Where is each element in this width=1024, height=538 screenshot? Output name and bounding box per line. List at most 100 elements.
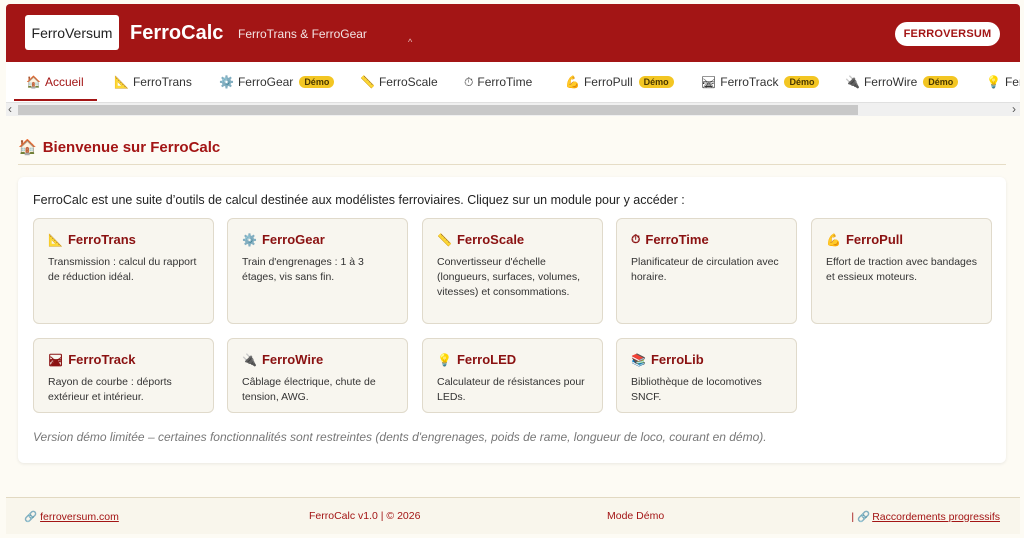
gear-icon: ⚙️ bbox=[242, 232, 257, 247]
plug-icon: 🔌 bbox=[845, 75, 860, 89]
demo-notice: Version démo limitée – certaines fonctio… bbox=[33, 430, 767, 444]
card-title: ⏱ FerroTime bbox=[631, 232, 709, 247]
version-text: FerroCalc v1.0 | © 2026 bbox=[309, 510, 421, 522]
card-title: 💪 FerroPull bbox=[826, 232, 903, 247]
card-title: 💡 FerroLED bbox=[437, 352, 516, 367]
intro-text: FerroCalc est une suite d’outils de calc… bbox=[33, 193, 685, 207]
ferroversum-link[interactable]: ferroversum.com bbox=[40, 511, 119, 523]
scrollbar-thumb[interactable] bbox=[18, 105, 858, 115]
card-title-text: FerroLED bbox=[456, 352, 517, 367]
module-card-ferrotrack[interactable]: 🛤 FerroTrack Rayon de courbe : déports e… bbox=[33, 338, 214, 413]
card-description: Planificateur de circulation avec horair… bbox=[631, 256, 779, 283]
railway-track-icon: 🛤 bbox=[701, 75, 717, 89]
tab-label: FerroScale bbox=[378, 75, 438, 89]
ruler-icon: 📏 bbox=[437, 232, 452, 247]
tab-ferrogear[interactable]: ⚙️ FerroGear Démo bbox=[219, 62, 335, 102]
ruler-icon: 📏 bbox=[360, 75, 375, 89]
app-subtitle: FerroTrans & FerroGear bbox=[238, 27, 367, 41]
page-title: 🏠 Bienvenue sur FerroCalc bbox=[18, 138, 221, 157]
module-card-ferropull[interactable]: 💪 FerroPull Effort de traction avec band… bbox=[811, 218, 992, 324]
title-divider bbox=[18, 164, 1006, 165]
module-card-ferrotrans[interactable]: 📐 FerroTrans Transmission : calcul du ra… bbox=[33, 218, 214, 324]
card-title-text: FerroScale bbox=[456, 232, 525, 247]
link-icon: 🔗 bbox=[24, 511, 38, 523]
demo-badge: Démo bbox=[784, 76, 820, 88]
caret-up-icon[interactable]: ^ bbox=[408, 37, 412, 47]
module-card-ferrogear[interactable]: ⚙️ FerroGear Train d'engrenages : 1 à 3 … bbox=[227, 218, 408, 324]
mode-text: Mode Démo bbox=[607, 510, 665, 522]
module-card-ferroscale[interactable]: 📏 FerroScale Convertisseur d'échelle (lo… bbox=[422, 218, 603, 324]
books-icon: 📚 bbox=[631, 352, 646, 367]
tab-ferroled[interactable]: 💡 Ferr bbox=[986, 62, 1020, 102]
card-title-text: FerroGear bbox=[261, 232, 325, 247]
card-description: Câblage électrique, chute de tension, AW… bbox=[242, 376, 376, 403]
triangle-ruler-icon: 📐 bbox=[114, 75, 129, 89]
tab-label: FerroPull bbox=[583, 75, 633, 89]
ferroversum-button[interactable]: FERROVERSUM bbox=[895, 22, 1000, 46]
tab-label: FerroGear bbox=[237, 75, 294, 89]
triangle-ruler-icon: 📐 bbox=[48, 232, 63, 247]
card-description: Effort de traction avec bandages et essi… bbox=[826, 256, 977, 283]
card-description: Bibliothèque de locomotives SNCF. bbox=[631, 376, 762, 403]
tabs-scrollbar[interactable]: ‹ › bbox=[6, 102, 1020, 116]
tab-ferrotrack[interactable]: 🛤 FerroTrack Démo bbox=[701, 62, 820, 102]
tab-label: FerroTrack bbox=[720, 75, 779, 89]
demo-badge: Démo bbox=[923, 76, 959, 88]
flexed-arm-icon: 💪 bbox=[826, 232, 841, 247]
footer-separator: | bbox=[851, 510, 855, 523]
tab-label: FerroWire bbox=[863, 75, 918, 89]
module-card-ferrotime[interactable]: ⏱ FerroTime Planificateur de circulation… bbox=[616, 218, 797, 324]
module-card-ferroled[interactable]: 💡 FerroLED Calculateur de résistances po… bbox=[422, 338, 603, 413]
tab-ferropull[interactable]: 💪 FerroPull Démo bbox=[565, 62, 674, 102]
demo-badge: Démo bbox=[299, 76, 335, 88]
card-title: ⚙️ FerroGear bbox=[242, 232, 325, 247]
card-description: Convertisseur d'échelle (longueurs, surf… bbox=[437, 256, 580, 298]
house-icon: 🏠 bbox=[18, 139, 37, 156]
module-tabs: 🏠 Accueil 📐 FerroTrans ⚙️ FerroGear Démo… bbox=[6, 62, 1020, 102]
tab-label: Ferr bbox=[1004, 75, 1020, 89]
footer-right: | 🔗 Raccordements progressifs bbox=[851, 510, 1000, 524]
scroll-right-icon[interactable]: › bbox=[1012, 102, 1016, 116]
stopwatch-icon: ⏱ bbox=[464, 74, 474, 89]
stopwatch-icon: ⏱ bbox=[631, 232, 641, 246]
tab-ferrotrans[interactable]: 📐 FerroTrans bbox=[114, 62, 192, 102]
card-title-text: FerroTime bbox=[645, 232, 709, 247]
card-title-text: FerroPull bbox=[845, 232, 904, 247]
tab-ferrowire[interactable]: 🔌 FerroWire Démo bbox=[845, 62, 959, 102]
card-description: Transmission : calcul du rapport de rédu… bbox=[48, 256, 197, 283]
ferroversum-logo[interactable]: FerroVersum bbox=[25, 15, 119, 50]
card-description: Rayon de courbe : déports extérieur et i… bbox=[48, 376, 172, 403]
bulb-icon: 💡 bbox=[986, 75, 1001, 89]
tab-ferrotime[interactable]: ⏱ FerroTime bbox=[464, 62, 532, 102]
raccordements-link[interactable]: Raccordements progressifs bbox=[872, 511, 1000, 523]
link-icon: 🔗 bbox=[857, 511, 871, 523]
card-title-text: FerroWire bbox=[261, 352, 324, 367]
bulb-icon: 💡 bbox=[437, 352, 452, 367]
module-card-ferrolib[interactable]: 📚 FerroLib Bibliothèque de locomotives S… bbox=[616, 338, 797, 413]
tab-label: Accueil bbox=[44, 75, 84, 89]
railway-track-icon: 🛤 bbox=[48, 352, 64, 367]
demo-badge: Démo bbox=[638, 76, 674, 88]
plug-icon: 🔌 bbox=[242, 352, 257, 367]
card-title: 📐 FerroTrans bbox=[48, 232, 136, 247]
app-title: FerroCalc bbox=[130, 22, 224, 44]
tab-ferroscale[interactable]: 📏 FerroScale bbox=[360, 62, 438, 102]
card-title: 🛤 FerroTrack bbox=[48, 352, 135, 367]
welcome-panel: FerroCalc est une suite d’outils de calc… bbox=[18, 177, 1006, 463]
card-title: 📏 FerroScale bbox=[437, 232, 524, 247]
card-title: 🔌 FerroWire bbox=[242, 352, 323, 367]
flexed-arm-icon: 💪 bbox=[565, 75, 580, 89]
gear-icon: ⚙️ bbox=[219, 75, 234, 89]
tab-accueil[interactable]: 🏠 Accueil bbox=[26, 62, 84, 102]
page-title-text: Bienvenue sur FerroCalc bbox=[42, 138, 221, 156]
card-title-text: FerroTrans bbox=[67, 232, 136, 247]
card-description: Train d'engrenages : 1 à 3 étages, vis s… bbox=[242, 256, 364, 283]
module-card-ferrowire[interactable]: 🔌 FerroWire Câblage électrique, chute de… bbox=[227, 338, 408, 413]
house-icon: 🏠 bbox=[26, 75, 41, 89]
scroll-left-icon[interactable]: ‹ bbox=[8, 102, 12, 116]
tab-label: FerroTime bbox=[477, 75, 533, 89]
footer-site: 🔗 ferroversum.com bbox=[24, 510, 119, 524]
card-description: Calculateur de résistances pour LEDs. bbox=[437, 376, 585, 403]
tab-label: FerroTrans bbox=[132, 75, 192, 89]
card-title-text: FerroTrack bbox=[68, 352, 136, 367]
